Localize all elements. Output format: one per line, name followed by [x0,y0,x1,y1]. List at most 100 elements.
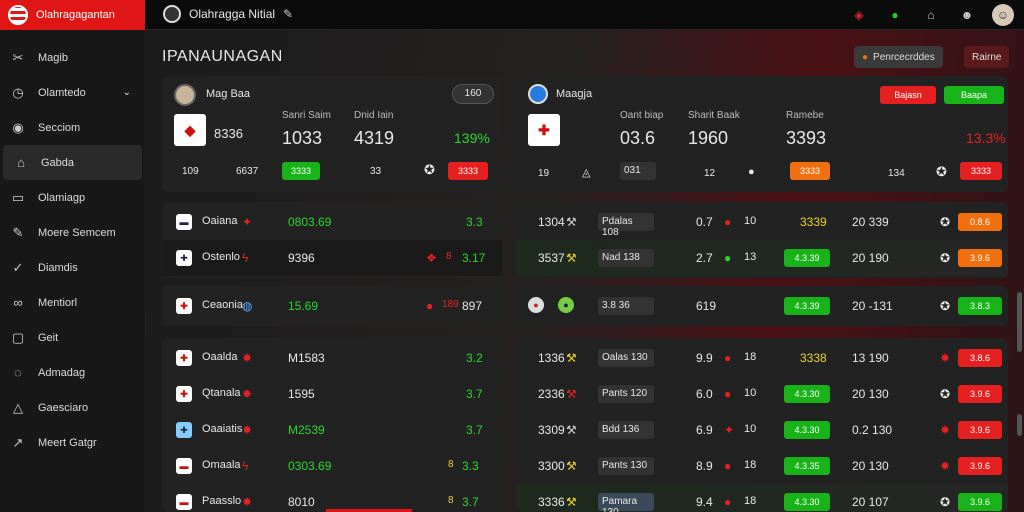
list-item[interactable]: ✚ Oaaiatis ✸ M2539 3.7 [162,412,502,448]
team-crest-icon: ✚ [176,298,192,314]
team-crest-icon: ✦ [242,215,253,229]
action-button-red[interactable]: Bajasn [880,86,936,104]
sidebar-item-secciom[interactable]: ◉ Secciom [0,110,145,145]
list-item[interactable]: ▬ Oaiana ✦ 0803.69 3.3 [162,204,502,240]
sidebar-item-olamtedo[interactable]: ◷ Olamtedo ⌄ [0,75,145,110]
match-row[interactable]: 1304 ⚒ Pdalas 108 0.7 ● 10 3339 20 339 ✪… [516,204,1008,240]
left-list-card-1: ▬ Oaiana ✦ 0803.69 3.3 ✚ Ostenlo ϟ 9396 … [162,202,502,278]
r-small-1: 19 [538,168,550,179]
wolf-icon: ✪ [940,387,951,401]
avatar[interactable]: ☺ [992,4,1014,26]
sidebar-item-magib[interactable]: ✂ Magib [0,40,145,75]
list-item[interactable]: ✚ Qtanala ✸ 1595 3.7 [162,376,502,412]
brand[interactable]: Olahragagantan [0,0,145,30]
tool-icon: ⚒ [566,251,577,265]
home-icon: ⌂ [17,155,25,170]
match-row[interactable]: 3537 ⚒ Nad 138 2.7 ● 13 4.3.39 20 190 ✪ … [516,240,1008,276]
team-crest-icon: ϟ [242,251,249,265]
list-item[interactable]: ▬ Omaala ϟ 0303.69 8 3.3 [162,448,502,484]
ball-icon[interactable]: ● [884,4,906,26]
scrollbar-lower[interactable] [1017,414,1022,436]
match-row[interactable]: 3300 ⚒ Pants 130 8.9 ● 18 4.3.35 20 130 … [516,448,1008,484]
odds-pill[interactable]: 3.9.6 [958,385,1002,403]
window-title-text: Olahragga Nitial [189,7,276,21]
sidebar-item-admadag[interactable]: ◌ Admadag [0,355,145,390]
page-title: IPANAUNAGAN [162,48,283,65]
r-value-1: 03.6 [620,128,656,148]
odds-pill[interactable]: 3.9.6 [958,457,1002,475]
odds-pill[interactable]: 3.8.6 [958,349,1002,367]
odds-pill-green[interactable]: 4.3.35 [784,457,830,475]
edit-icon[interactable]: ✎ [283,7,293,21]
recycle-icon: ◬ [582,167,591,179]
sidebar-item-gaesciaro[interactable]: △ Gaesciaro [0,390,145,425]
live-dot-icon: ● [724,251,732,265]
globe-icon [528,84,548,104]
stat-header-1: Sanri Saim [282,110,331,121]
list-item[interactable]: ✚ Ostenlo ϟ 9396 ❖ 8 3.17 [162,240,502,276]
sidebar-item-olamiagp[interactable]: ▭ Olamiagp [0,180,145,215]
match-row[interactable]: ● ● 3.8 36 619 4.3.39 20 -131 ✪ 3.8.3 [516,288,1008,324]
r-pill-red[interactable]: 3333 [960,162,1002,180]
fire-icon: ❖ [426,251,437,265]
notify-icon[interactable]: ◈ [848,4,870,26]
right-list-card-1: 1304 ⚒ Pdalas 108 0.7 ● 10 3339 20 339 ✪… [516,202,1008,278]
odds-pill[interactable]: 3.9.6 [958,249,1002,267]
sidebar-item-geit[interactable]: ▢ Geit [0,320,145,355]
odds-pill[interactable]: 3.8.3 [958,297,1002,315]
list-item[interactable]: ✚ Oaalda ✸ M1583 3.2 [162,340,502,376]
sidebar-item-meert-gatgr[interactable]: ↗ Meert Gatgr [0,425,145,460]
r-tag: 031 [620,162,656,180]
odds-pill[interactable]: 0.8.6 [958,213,1002,231]
r-header-3: Ramebe [786,110,824,121]
action-button-green[interactable]: Baapa [944,86,1004,104]
ctl-pill[interactable]: 160 [452,84,494,104]
odds-button-red[interactable]: 3333 [448,162,488,180]
crossed-tools-icon: ✂ [12,49,24,65]
link-icon: ∞ [13,295,23,310]
odds-pill-green[interactable]: 4.3.39 [784,249,830,267]
trophy-icon[interactable]: ⌂ [920,4,942,26]
sidebar-item-gabda[interactable]: ⌂ Gabda [3,145,142,180]
team-crest-icon: ● [528,297,544,313]
r-header-1: Oant biap [620,110,664,121]
list-item[interactable]: ▬ Paasslo ✸ 8010 8 3.7 [162,484,502,512]
header-button-red[interactable]: Rairne [964,46,1010,68]
pencil-icon: ✎ [12,224,24,240]
team-crest-icon: ● [558,297,574,313]
match-row[interactable]: 2336 ⚒ Pants 120 6.0 ● 10 4.3.30 20 130 … [516,376,1008,412]
crest-icon: ✸ [940,351,951,365]
odds-pill-green[interactable]: 4.3.30 [784,421,830,439]
odds-pill-green[interactable]: 4.3.30 [784,493,830,511]
r-small-3: 12 [704,168,716,179]
match-row[interactable]: 1336 ⚒ Oalas 130 9.9 ● 18 3338 13 190 ✸ … [516,340,1008,376]
match-row[interactable]: 3309 ⚒ Bdd 136 6.9 ✦ 10 4.3.30 0.2 130 ✸… [516,412,1008,448]
odds-button-green[interactable]: 3333 [282,162,320,180]
odds-pill-green[interactable]: 4.3.30 [784,385,830,403]
star-crest-icon: ✸ [242,423,253,437]
odds-pill-green[interactable]: 4.3.39 [784,297,830,315]
header-button-dark[interactable]: ● Penrcecrddes [854,46,943,68]
team-crest-icon: ▬ [176,458,192,474]
right-summary-card: Maagja Bajasn Baapa ✚ Oant biap 03.6 Sha… [516,76,1008,192]
chart-icon: ↗ [12,434,24,450]
stat-value-2: 4319 [354,128,395,148]
sidebar-item-diamdis[interactable]: ✓ Diamdis [0,250,145,285]
match-tag: Pants 130 [598,457,654,475]
feather-crest-icon: ϟ [242,459,249,473]
scrollbar-upper[interactable] [1017,292,1022,352]
dial-icon: ◉ [12,119,24,135]
odds-pill[interactable]: 3.9.6 [958,493,1002,511]
soccer-ball-icon [163,5,181,23]
sidebar-item-mentiorl[interactable]: ∞ Mentiorl [0,285,145,320]
r-pill-orange[interactable]: 3333 [790,162,830,180]
folder-icon: ▭ [11,189,25,205]
match-tag: Pamara 130 [598,493,654,512]
sidebar-item-moere-semcem[interactable]: ✎ Moere Semcem [0,215,145,250]
match-row[interactable]: 3336 ⚒ Pamara 130 9.4 ● 18 4.3.30 20 107… [516,484,1008,512]
user-icon[interactable]: ☻ [956,4,978,26]
live-dot-icon: ● [724,495,732,509]
odds-pill[interactable]: 3.9.6 [958,421,1002,439]
list-item[interactable]: ✚ Ceaonia ◍ 15.69 ● 189 897 [162,288,502,324]
tool-icon: ⚒ [566,495,577,509]
